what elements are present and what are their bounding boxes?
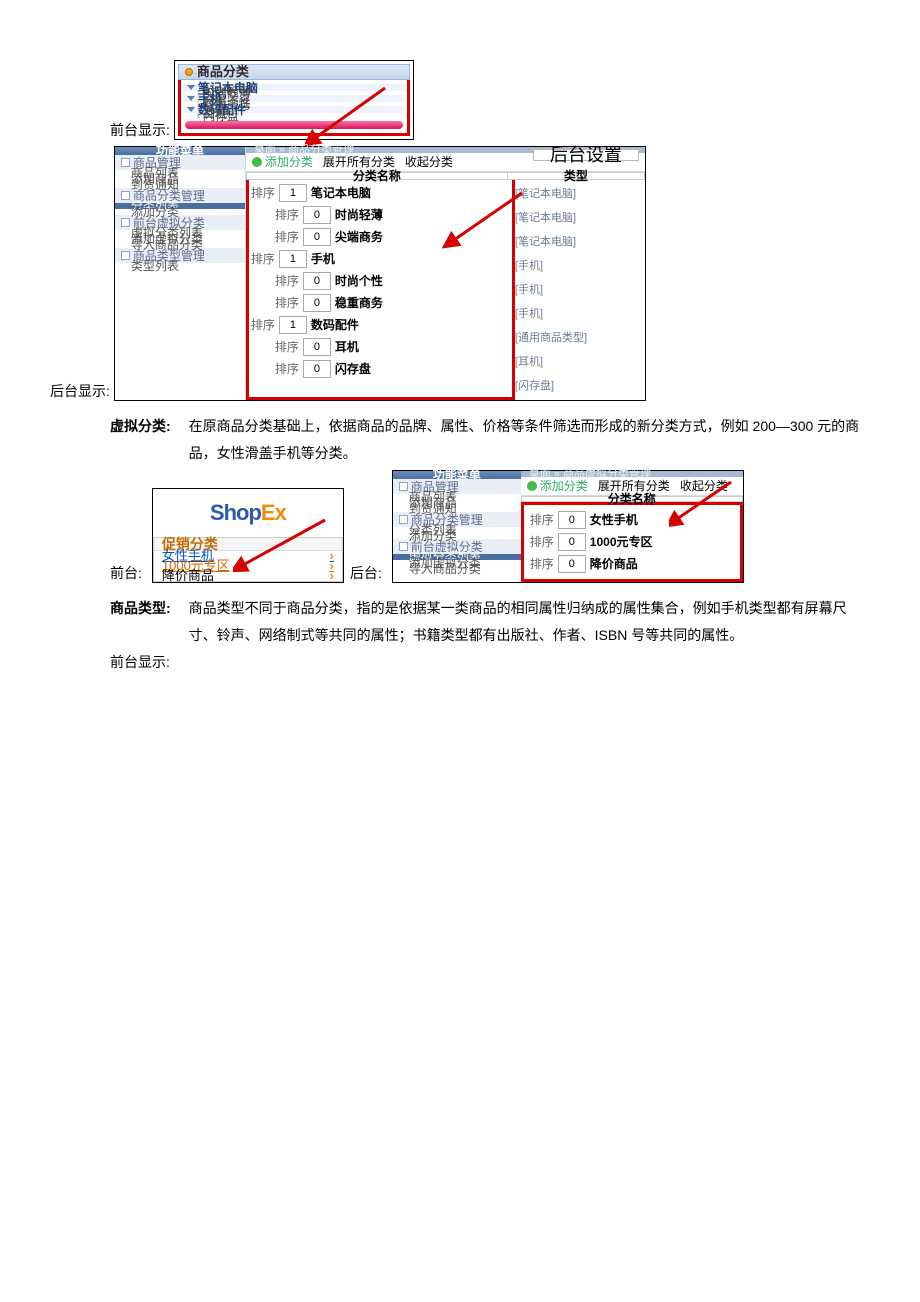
product-type-term: 商品类型: xyxy=(110,595,171,622)
sort-input[interactable] xyxy=(303,338,331,356)
arrow-icon xyxy=(442,188,532,258)
front-label: 前台: xyxy=(110,563,142,583)
menu-item[interactable]: 导入商品分类 xyxy=(393,566,521,572)
front-display-trailing: 前台显示: xyxy=(110,652,870,672)
sort-input[interactable] xyxy=(303,294,331,312)
chevron-down-icon xyxy=(187,96,195,101)
col-type: 类型 xyxy=(508,172,645,180)
category-row: 排序闪存盘 xyxy=(251,358,510,380)
chevron-down-icon xyxy=(187,85,195,90)
arrow-icon xyxy=(669,477,739,527)
figure-frontend-categories: 商品分类 笔记本电脑›时尚轻薄›尖端商务手机›时尚个性›稳重商务数码配件›耳机›… xyxy=(174,60,414,140)
sort-input[interactable] xyxy=(558,533,586,551)
sort-input[interactable] xyxy=(558,555,586,573)
arrow-icon xyxy=(305,83,395,153)
sort-input[interactable] xyxy=(303,360,331,378)
menu-header: 功能菜单 xyxy=(393,471,521,479)
sort-input[interactable] xyxy=(558,511,586,529)
add-category-button[interactable]: 添加分类 xyxy=(252,157,313,167)
virtual-category-row: 排序降价商品 xyxy=(526,553,738,575)
menu-item[interactable]: 类型列表 xyxy=(115,263,245,269)
arrow-icon xyxy=(233,515,333,575)
figure-frontend-promo: ShopEx 促销分类 女性手机›1000元专区›降价商品› xyxy=(152,488,344,583)
sort-input[interactable] xyxy=(279,184,307,202)
back-label: 后台: xyxy=(350,563,382,583)
figure-backend-virtual: 功能菜单 商品管理商品列表添加商品到货通知商品分类管理分类列表添加分类前台虚拟分… xyxy=(392,470,744,583)
add-category-button[interactable]: 添加分类 xyxy=(527,481,588,491)
back-display-label: 后台显示: xyxy=(50,381,110,401)
sort-input[interactable] xyxy=(279,250,307,268)
virtual-category-term: 虚拟分类: xyxy=(110,413,171,440)
category-row: 排序数码配件 xyxy=(251,314,510,336)
chevron-down-icon xyxy=(187,107,195,112)
sort-input[interactable] xyxy=(303,228,331,246)
sort-input[interactable] xyxy=(303,272,331,290)
category-row: 排序耳机 xyxy=(251,336,510,358)
product-type-desc: 商品类型不同于商品分类，指的是依据某一类商品的相同属性归纳成的属性集合，例如手机… xyxy=(189,595,870,648)
sort-input[interactable] xyxy=(303,206,331,224)
backend-badge: 后台设置 xyxy=(533,149,639,161)
sort-input[interactable] xyxy=(279,316,307,334)
front-display-label: 前台显示: xyxy=(110,120,170,140)
category-row: 排序时尚个性 xyxy=(251,270,510,292)
menu-header: 功能菜单 xyxy=(115,147,245,155)
col-category-name: 分类名称 xyxy=(246,172,508,180)
category-row: 排序稳重商务 xyxy=(251,292,510,314)
category-header: 商品分类 xyxy=(178,64,410,80)
virtual-category-desc: 在原商品分类基础上，依据商品的品牌、属性、价格等条件筛选而形成的新分类方式，例如… xyxy=(189,413,870,466)
virtual-category-row: 排序1000元专区 xyxy=(526,531,738,553)
figure-backend-categories: 功能菜单 商品管理商品列表添加商品到货通知商品分类管理分类列表添加分类前台虚拟分… xyxy=(114,146,646,401)
